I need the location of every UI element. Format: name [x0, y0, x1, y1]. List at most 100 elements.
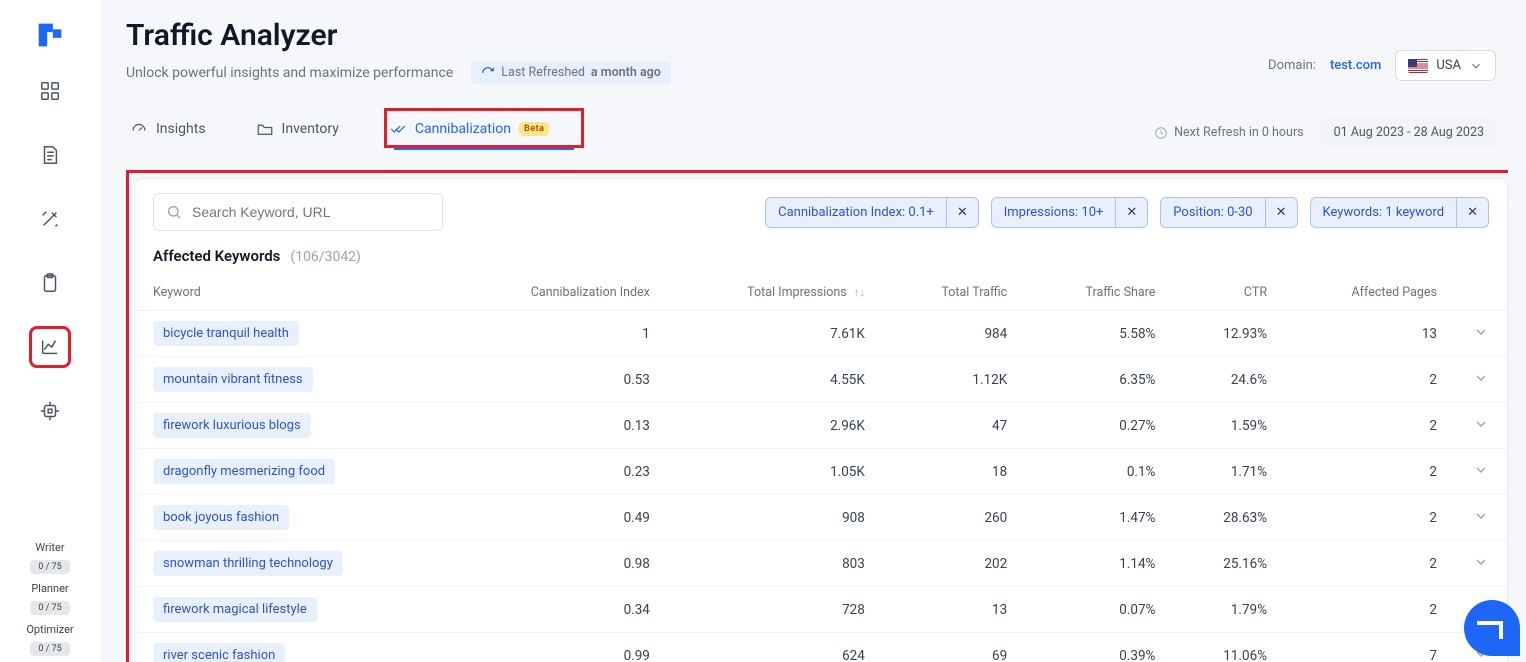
expand-row-button[interactable] [1455, 449, 1507, 495]
tab-cannibalization[interactable]: Cannibalization Beta [385, 114, 554, 144]
tabs-right: Next Refresh in 0 hours 01 Aug 2023 - 28… [1154, 118, 1496, 147]
cell-share: 1.14% [1025, 541, 1173, 587]
country-select[interactable]: USA [1395, 50, 1496, 81]
col-pages[interactable]: Affected Pages [1285, 275, 1455, 311]
table-row: snowman thrilling technology0.988032021.… [135, 541, 1507, 587]
keyword-chip[interactable]: river scenic fashion [153, 643, 285, 662]
double-check-icon [389, 120, 407, 138]
keyword-chip[interactable]: firework luxurious blogs [153, 413, 311, 438]
col-share[interactable]: Traffic Share [1025, 275, 1173, 311]
table-row: book joyous fashion0.499082601.47%28.63%… [135, 495, 1507, 541]
expand-row-button[interactable] [1455, 495, 1507, 541]
cell-share: 0.27% [1025, 403, 1173, 449]
cell-share: 0.1% [1025, 449, 1173, 495]
keyword-chip[interactable]: firework magical lifestyle [153, 597, 317, 622]
cell-share: 6.35% [1025, 357, 1173, 403]
sidebar-footer: Writer 0 / 75 Planner 0 / 75 Optimizer 0… [0, 541, 100, 656]
cell-impressions: 2.96K [668, 403, 883, 449]
cell-ctr: 1.59% [1173, 403, 1285, 449]
col-keyword[interactable]: Keyword [135, 275, 451, 311]
filter-chip-impressions[interactable]: Impressions: 10+ ✕ [991, 197, 1149, 228]
active-tab-underline [394, 147, 574, 150]
sort-icon: ↑↓ [854, 286, 865, 299]
expand-row-button[interactable] [1455, 541, 1507, 587]
sidebar-counter-optimizer: Optimizer 0 / 75 [26, 623, 73, 656]
tab-inventory[interactable]: Inventory [252, 114, 343, 144]
cell-pages: 2 [1285, 449, 1455, 495]
chevron-down-icon [1469, 59, 1483, 73]
cell-pages: 7 [1285, 633, 1455, 662]
floating-brand-button[interactable] [1464, 600, 1520, 656]
tab-insights[interactable]: Insights [126, 114, 210, 144]
col-cindex[interactable]: Cannibalization Index [451, 275, 668, 311]
table-row: dragonfly mesmerizing food 0.231.05K180.1… [135, 449, 1507, 495]
cell-ctr: 11.06% [1173, 633, 1285, 662]
nav-magic-icon[interactable] [29, 198, 71, 240]
cell-impressions: 4.55K [668, 357, 883, 403]
nav-document-icon[interactable] [29, 134, 71, 176]
cell-share: 0.07% [1025, 587, 1173, 633]
keyword-chip[interactable]: dragonfly mesmerizing food [153, 459, 335, 484]
keyword-chip[interactable]: snowman thrilling technology [153, 551, 343, 576]
page-title: Traffic Analyzer [126, 18, 1508, 53]
nav-chip-icon[interactable] [29, 390, 71, 432]
cell-cindex: 0.53 [451, 357, 668, 403]
cannibalization-panel: Cannibalization Index: 0.1+ ✕ Impression… [134, 178, 1508, 662]
filter-chip-keywords[interactable]: Keywords: 1 keyword ✕ [1310, 197, 1490, 228]
beta-badge: Beta [519, 122, 549, 136]
chip-close-icon[interactable]: ✕ [1265, 198, 1297, 227]
search-box[interactable] [153, 193, 443, 231]
highlight-box-panel: Cannibalization Index: 0.1+ ✕ Impression… [126, 170, 1508, 662]
table-row: mountain vibrant fitness0.534.55K1.12K6.… [135, 357, 1507, 403]
nav-dashboard-icon[interactable] [29, 70, 71, 112]
sidebar-counter-writer: Writer 0 / 75 [30, 541, 69, 574]
filter-chip-cindex[interactable]: Cannibalization Index: 0.1+ ✕ [765, 197, 979, 228]
filter-chip-position[interactable]: Position: 0-30 ✕ [1160, 197, 1297, 228]
cell-traffic: 69 [883, 633, 1025, 662]
nav-clipboard-icon[interactable] [29, 262, 71, 304]
tabs: Insights Inventory Cannibalization Beta … [126, 114, 1508, 144]
col-ctr[interactable]: CTR [1173, 275, 1285, 311]
cell-cindex: 1 [451, 311, 668, 357]
last-refreshed-chip[interactable]: Last Refreshed a month ago [471, 61, 671, 84]
cell-ctr: 1.71% [1173, 449, 1285, 495]
domain-value: test.com [1330, 58, 1381, 73]
cell-impressions: 728 [668, 587, 883, 633]
cell-traffic: 13 [883, 587, 1025, 633]
keyword-chip[interactable]: mountain vibrant fitness [153, 367, 313, 392]
filter-chips: Cannibalization Index: 0.1+ ✕ Impression… [765, 197, 1489, 228]
nav-analytics-icon[interactable] [29, 326, 71, 368]
date-range[interactable]: 01 Aug 2023 - 28 Aug 2023 [1322, 118, 1496, 147]
keyword-chip[interactable]: bicycle tranquil health [153, 321, 299, 346]
domain-label: Domain: [1268, 58, 1316, 73]
cell-cindex: 0.99 [451, 633, 668, 662]
cell-pages: 2 [1285, 357, 1455, 403]
cell-cindex: 0.13 [451, 403, 668, 449]
cell-cindex: 0.23 [451, 449, 668, 495]
cell-pages: 13 [1285, 311, 1455, 357]
cell-share: 5.58% [1025, 311, 1173, 357]
cell-traffic: 984 [883, 311, 1025, 357]
chip-close-icon[interactable]: ✕ [1456, 198, 1488, 227]
chip-close-icon[interactable]: ✕ [1115, 198, 1147, 227]
table-count: (106/3042) [290, 249, 361, 265]
chip-close-icon[interactable]: ✕ [946, 198, 978, 227]
expand-row-button[interactable] [1455, 403, 1507, 449]
col-traffic[interactable]: Total Traffic [883, 275, 1025, 311]
keyword-chip[interactable]: book joyous fashion [153, 505, 289, 530]
cell-pages: 2 [1285, 403, 1455, 449]
cell-cindex: 0.98 [451, 541, 668, 587]
expand-row-button[interactable] [1455, 357, 1507, 403]
cell-traffic: 202 [883, 541, 1025, 587]
expand-row-button[interactable] [1455, 311, 1507, 357]
cell-pages: 2 [1285, 541, 1455, 587]
cell-impressions: 1.05K [668, 449, 883, 495]
cell-ctr: 24.6% [1173, 357, 1285, 403]
col-impressions[interactable]: Total Impressions ↑↓ [668, 275, 883, 311]
cell-traffic: 18 [883, 449, 1025, 495]
cell-traffic: 260 [883, 495, 1025, 541]
cell-traffic: 47 [883, 403, 1025, 449]
cell-share: 1.47% [1025, 495, 1173, 541]
search-input[interactable] [192, 204, 430, 220]
cell-ctr: 1.79% [1173, 587, 1285, 633]
